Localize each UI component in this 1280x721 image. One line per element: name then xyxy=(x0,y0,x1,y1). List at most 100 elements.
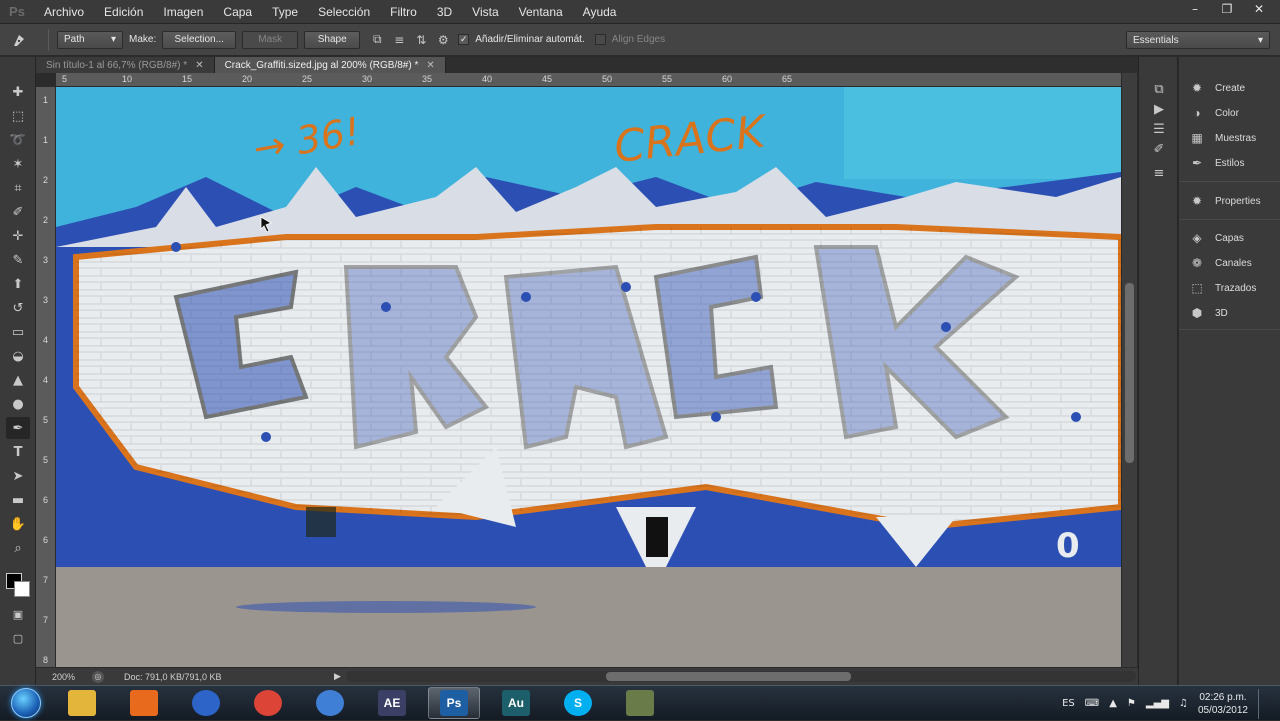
clone-source-panel-icon[interactable]: ≡ xyxy=(1148,163,1170,183)
taskbar-after-effects[interactable]: AE xyxy=(366,687,418,719)
brush-icon[interactable]: ✎ xyxy=(6,249,30,271)
horizontal-scrollbar[interactable] xyxy=(346,671,1136,682)
menu-vista[interactable]: Vista xyxy=(462,0,508,24)
history-panel-icon[interactable]: ⧉ xyxy=(1148,79,1170,99)
keyboard-icon[interactable]: ⌨ xyxy=(1085,698,1099,709)
paint-bucket-icon[interactable]: ◒ xyxy=(6,345,30,367)
panel-create[interactable]: ✹ Create xyxy=(1187,77,1245,99)
taskbar-skype[interactable]: S xyxy=(552,687,604,719)
path-operations-icon[interactable]: ⧉ xyxy=(366,29,388,51)
horizontal-scroll-thumb[interactable] xyxy=(606,672,851,681)
marquee-icon[interactable]: ⬚ xyxy=(6,105,30,127)
taskbar-explorer[interactable] xyxy=(56,687,108,719)
blur-icon[interactable]: ▲ xyxy=(6,369,30,391)
network-icon[interactable]: ▂▄▆ xyxy=(1146,698,1169,709)
tab-crack-graffiti[interactable]: Crack_Graffiti.sized.jpg al 200% (RGB/8#… xyxy=(214,57,446,73)
workspace-select[interactable]: Essentials ▾ xyxy=(1126,31,1270,49)
menu-type[interactable]: Type xyxy=(262,0,308,24)
path-select-icon[interactable]: ➤ xyxy=(6,465,30,487)
pen-icon[interactable] xyxy=(0,25,40,55)
doc-size: Doc: 791,0 KB/791,0 KB xyxy=(124,671,222,682)
menu-capa[interactable]: Capa xyxy=(213,0,262,24)
adjust-panel-icon[interactable]: ☰ xyxy=(1148,119,1170,139)
dodge-icon[interactable]: ● xyxy=(6,393,30,415)
zoom-level[interactable]: 200% xyxy=(52,672,92,682)
shape-button[interactable]: Shape xyxy=(304,30,361,49)
taskbar-app-circle[interactable] xyxy=(304,687,356,719)
taskbar-audition[interactable]: Au xyxy=(490,687,542,719)
selection-button[interactable]: Selection... xyxy=(162,30,237,49)
background-color-swatch[interactable] xyxy=(14,581,30,597)
panel-trazados[interactable]: ⬚ Trazados xyxy=(1187,277,1256,299)
menu-ayuda[interactable]: Ayuda xyxy=(573,0,627,24)
panel-muestras[interactable]: ▦ Muestras xyxy=(1187,127,1256,149)
action-center-icon[interactable]: ⚑ xyxy=(1127,698,1136,709)
zoom-icon[interactable]: ⌕ xyxy=(6,537,30,559)
panel-estilos[interactable]: ✒ Estilos xyxy=(1187,152,1244,174)
status-info-icon[interactable]: ◎ xyxy=(92,670,104,683)
panel-color[interactable]: ◑ Color xyxy=(1187,102,1239,124)
language-indicator[interactable]: ES xyxy=(1062,698,1075,709)
volume-icon[interactable]: ♫ xyxy=(1179,698,1188,709)
taskbar-tool-app[interactable] xyxy=(614,687,666,719)
path-arrangement-icon[interactable]: ⇅ xyxy=(410,29,432,51)
menu-3d[interactable]: 3D xyxy=(427,0,462,24)
show-desktop-button[interactable] xyxy=(1258,688,1270,719)
stamp-icon[interactable]: ⬆ xyxy=(6,273,30,295)
align-edges-checkbox[interactable] xyxy=(594,34,606,45)
panel-canales[interactable]: ❁ Canales xyxy=(1187,252,1252,274)
taskbar-photoshop[interactable]: Ps xyxy=(428,687,480,719)
tool-mode-select[interactable]: Path ▾ xyxy=(57,30,123,49)
lasso-icon[interactable]: ➰ xyxy=(6,129,30,151)
rectangle-icon[interactable]: ▬ xyxy=(6,489,30,511)
restore-icon[interactable]: ❐ xyxy=(1212,0,1242,18)
start-button[interactable] xyxy=(6,686,46,720)
crop-icon[interactable]: ⌗ xyxy=(6,177,30,199)
ruler-tick: 2 xyxy=(43,175,49,185)
taskbar-chrome[interactable] xyxy=(242,687,294,719)
document-canvas[interactable]: → 36! CRACK 0 xyxy=(56,87,1121,667)
panel-label: Muestras xyxy=(1215,132,1257,144)
eyedropper-icon[interactable]: ✐ xyxy=(6,201,30,223)
move-icon[interactable]: ✚ xyxy=(6,81,30,103)
minimize-icon[interactable]: – xyxy=(1180,0,1210,18)
close-icon[interactable]: ✕ xyxy=(1244,0,1274,18)
hand-icon[interactable]: ✋ xyxy=(6,513,30,535)
show-hidden-icons[interactable]: ▲ xyxy=(1109,698,1117,709)
mask-button[interactable]: Mask xyxy=(242,30,299,49)
ruler-tick: 15 xyxy=(182,74,193,84)
status-menu-arrow-icon[interactable]: ▶ xyxy=(334,671,341,682)
menu-imagen[interactable]: Imagen xyxy=(153,0,213,24)
clock[interactable]: 02:26 p.m. 05/03/2012 xyxy=(1198,691,1248,717)
healing-icon[interactable]: ✛ xyxy=(6,225,30,247)
taskbar-browser-globe[interactable] xyxy=(180,687,232,719)
ruler-tick: 7 xyxy=(43,575,49,585)
auto-add-checkbox[interactable]: ✓ xyxy=(458,34,470,45)
tab-sin-titulo[interactable]: Sin título-1 al 66,7% (RGB/8#) * ✕ xyxy=(36,57,215,73)
actions-panel-icon[interactable]: ▶ xyxy=(1148,99,1170,119)
quick-mask-icon[interactable]: ▣ xyxy=(6,603,30,625)
pen-tool-icon[interactable]: ✒ xyxy=(6,417,30,439)
menu-filtro[interactable]: Filtro xyxy=(380,0,427,24)
quick-select-icon[interactable]: ✶ xyxy=(6,153,30,175)
gear-icon[interactable]: ⚙ xyxy=(432,29,454,51)
taskbar-media-player[interactable] xyxy=(118,687,170,719)
panel-capas[interactable]: ◈ Capas xyxy=(1187,227,1244,249)
path-alignment-icon[interactable]: ≡ xyxy=(388,29,410,51)
close-icon[interactable]: ✕ xyxy=(195,60,203,71)
type-icon[interactable]: T xyxy=(6,441,30,463)
panel-properties[interactable]: ✹ Properties xyxy=(1187,190,1261,212)
eraser-icon[interactable]: ▭ xyxy=(6,321,30,343)
menu-seleccion[interactable]: Selección xyxy=(308,0,380,24)
history-brush-icon[interactable]: ↺ xyxy=(6,297,30,319)
menu-ventana[interactable]: Ventana xyxy=(509,0,573,24)
panel-3d[interactable]: ⬢ 3D xyxy=(1187,302,1228,324)
menu-edicion[interactable]: Edición xyxy=(94,0,153,24)
vertical-scroll-thumb[interactable] xyxy=(1125,283,1134,463)
close-icon[interactable]: ✕ xyxy=(426,60,434,71)
brush-panel-icon[interactable]: ✐ xyxy=(1148,139,1170,159)
vertical-scrollbar[interactable] xyxy=(1121,73,1137,667)
ruler-tick: 60 xyxy=(722,74,733,84)
menu-archivo[interactable]: Archivo xyxy=(34,0,94,24)
screen-mode-icon[interactable]: ▢ xyxy=(6,627,30,649)
